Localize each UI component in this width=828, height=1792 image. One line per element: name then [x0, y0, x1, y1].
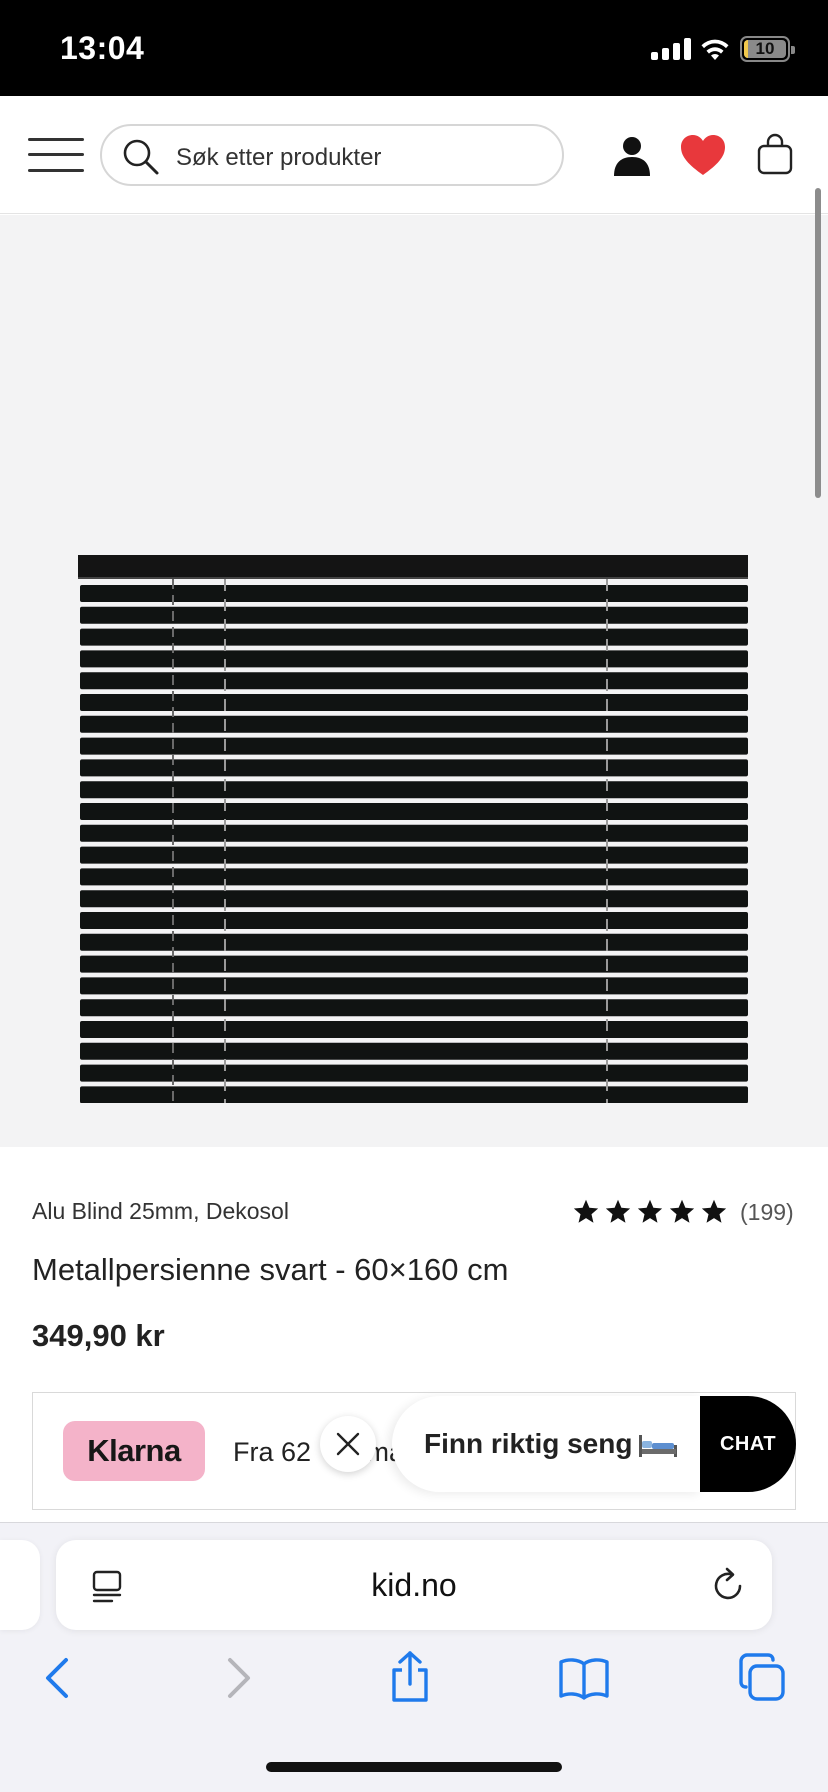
klarna-installment-text: Fra 62 må: [233, 1437, 404, 1468]
blind-slat: [80, 715, 748, 733]
tabs-icon[interactable]: [738, 1652, 786, 1702]
blind-slat: [80, 999, 748, 1017]
blind-slat: [80, 890, 748, 908]
product-title: Metallpersienne svart - 60×160 cm: [32, 1252, 509, 1287]
blind-slat: [80, 606, 748, 624]
chat-prompt-text-wrap: Finn riktig seng: [424, 1428, 678, 1460]
search-input[interactable]: Søk etter produkter: [100, 124, 564, 186]
star-icon: [605, 1199, 631, 1223]
heart-icon[interactable]: [680, 134, 726, 176]
status-bar: 13:04 10: [0, 0, 828, 96]
chat-button[interactable]: CHAT: [700, 1396, 796, 1492]
star-icon: [669, 1199, 695, 1223]
star-icon: [637, 1199, 663, 1223]
share-icon[interactable]: [388, 1650, 432, 1704]
previous-tab-peek[interactable]: [0, 1540, 40, 1630]
site-header: Søk etter produkter: [0, 96, 828, 214]
product-price: 349,90 kr: [32, 1318, 165, 1353]
back-icon[interactable]: [40, 1654, 76, 1702]
cellular-signal-icon: [651, 38, 691, 60]
blind-slat: [80, 868, 748, 886]
close-icon: [336, 1432, 360, 1456]
reload-icon[interactable]: [710, 1566, 746, 1604]
product-image[interactable]: [0, 215, 828, 1147]
blind-slat: [80, 694, 748, 711]
wifi-icon: [701, 39, 729, 60]
home-indicator[interactable]: [266, 1762, 562, 1772]
blind-slat: [80, 737, 748, 755]
blind-slat: [80, 933, 748, 951]
page-scrollbar[interactable]: [815, 188, 821, 498]
bag-icon[interactable]: [756, 132, 794, 176]
blind-slat: [80, 912, 748, 929]
blind-slat: [80, 977, 748, 995]
battery-charging-icon: 10: [740, 36, 795, 62]
blind-slat: [80, 1021, 748, 1038]
star-icon: [701, 1199, 727, 1223]
blind-slat: [80, 803, 748, 820]
bookmarks-icon[interactable]: [558, 1656, 610, 1700]
blind-slat: [80, 628, 748, 646]
battery-level-text: 10: [755, 40, 775, 58]
star-icon: [573, 1199, 599, 1223]
klarna-logo: Klarna: [63, 1421, 205, 1481]
rating-stars[interactable]: (199): [572, 1196, 794, 1228]
blind-slat: [80, 781, 748, 799]
blind-slat: [80, 1086, 748, 1103]
chat-prompt-text: Finn riktig seng: [424, 1428, 633, 1459]
close-chat-prompt-button[interactable]: [320, 1416, 376, 1472]
address-bar[interactable]: kid.no: [56, 1540, 772, 1630]
forward-icon[interactable]: [220, 1654, 256, 1702]
review-count: (199): [740, 1198, 794, 1225]
blind-slat: [80, 650, 748, 668]
menu-icon[interactable]: [28, 138, 84, 172]
blind-slat: [80, 759, 748, 777]
bed-icon: [639, 1434, 678, 1457]
url-text: kid.no: [371, 1567, 457, 1603]
product-brand-line[interactable]: Alu Blind 25mm, Dekosol: [32, 1198, 289, 1225]
blind-slat: [80, 846, 748, 864]
blind-slat: [80, 585, 748, 602]
blind-slat: [80, 672, 748, 690]
search-icon: [123, 139, 159, 175]
blind-slat: [80, 955, 748, 973]
chat-prompt-bubble[interactable]: Finn riktig seng: [392, 1396, 702, 1492]
blind-slat: [80, 1042, 748, 1060]
blind-slat: [80, 824, 748, 842]
user-icon[interactable]: [612, 136, 652, 176]
klarna-text-start: Fra 62: [233, 1437, 319, 1467]
blind-image: [78, 555, 748, 1103]
blind-slat: [80, 1064, 748, 1082]
search-placeholder: Søk etter produkter: [176, 144, 382, 171]
status-time: 13:04: [60, 30, 145, 66]
